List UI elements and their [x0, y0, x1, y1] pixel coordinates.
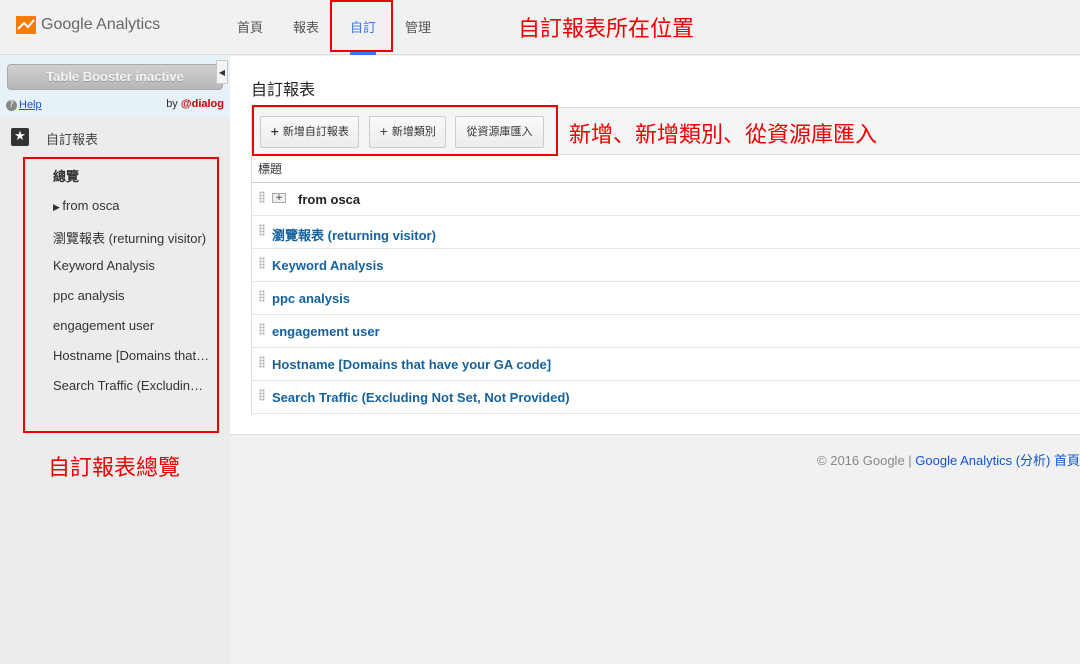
help-icon[interactable]: ?: [6, 99, 17, 111]
dialog-brand: @dialog: [180, 98, 224, 110]
collapse-sidebar-icon[interactable]: ◀: [216, 60, 228, 84]
report-link[interactable]: Search Traffic (Excluding Not Set, Not P…: [272, 390, 570, 405]
footer: © 2016 Google | Google Analytics (分析) 首頁: [230, 434, 1080, 480]
nav-admin[interactable]: 管理: [405, 17, 431, 36]
footer-text: © 2016 Google | Google Analytics (分析) 首頁: [817, 450, 1080, 469]
help-link[interactable]: Help: [19, 99, 42, 111]
help-row: ? Help by @dialog: [6, 98, 224, 112]
annotation-box-toolbar: [252, 105, 558, 156]
drag-handle-icon[interactable]: [259, 356, 265, 368]
logo[interactable]: Google Analytics: [16, 14, 160, 36]
copyright-text: © 2016 Google |: [817, 453, 916, 468]
drag-handle-icon[interactable]: [259, 389, 265, 401]
custom-reports-section-header[interactable]: ★ 自訂報表: [0, 118, 230, 156]
table-row: Keyword Analysis: [251, 249, 1080, 282]
table-row: Search Traffic (Excluding Not Set, Not P…: [251, 381, 1080, 414]
nav-home[interactable]: 首頁: [237, 17, 263, 36]
drag-handle-icon[interactable]: [259, 224, 265, 236]
analytics-logo-icon: [16, 16, 36, 34]
folder-name: from osca: [298, 192, 361, 207]
annotation-custom-location: 自訂報表所在位置: [518, 17, 695, 42]
star-icon: ★: [11, 128, 29, 146]
by-dialog[interactable]: by @dialog: [166, 98, 224, 110]
table-row: engagement user: [251, 315, 1080, 348]
drag-handle-icon[interactable]: [259, 290, 265, 302]
column-header-title[interactable]: 標題: [251, 155, 1080, 183]
table-row: Hostname [Domains that have your GA code…: [251, 348, 1080, 381]
page-title: 自訂報表: [251, 80, 316, 99]
table-row: + from osca: [251, 183, 1080, 216]
annotation-box-custom-tab: [330, 0, 393, 52]
drag-handle-icon[interactable]: [259, 191, 265, 203]
annotation-add-actions: 新增、新增類別、從資源庫匯入: [569, 123, 878, 148]
drag-handle-icon[interactable]: [259, 257, 265, 269]
table-row: 瀏覽報表 (returning visitor): [251, 216, 1080, 249]
report-link[interactable]: 瀏覽報表 (returning visitor): [272, 225, 436, 244]
table-booster-button[interactable]: Table Booster inactive: [7, 64, 223, 90]
drag-handle-icon[interactable]: [259, 323, 265, 335]
table-row: ppc analysis: [251, 282, 1080, 315]
report-link[interactable]: Keyword Analysis: [272, 258, 384, 273]
ga-home-link[interactable]: Google Analytics (分析) 首頁: [915, 453, 1080, 468]
table-booster-strip: Table Booster inactive ◀ ? Help by @dialo…: [0, 56, 230, 116]
section-label: 自訂報表: [46, 133, 99, 148]
report-link[interactable]: engagement user: [272, 324, 380, 339]
report-link[interactable]: Hostname [Domains that have your GA code…: [272, 357, 551, 372]
report-link[interactable]: ppc analysis: [272, 291, 350, 306]
logo-text: Google Analytics: [41, 16, 161, 33]
annotation-box-overview: [23, 157, 219, 433]
expand-folder-icon[interactable]: +: [272, 193, 286, 203]
annotation-overview: 自訂報表總覽: [48, 456, 181, 481]
by-prefix: by: [166, 98, 181, 110]
nav-reports[interactable]: 報表: [293, 17, 319, 36]
